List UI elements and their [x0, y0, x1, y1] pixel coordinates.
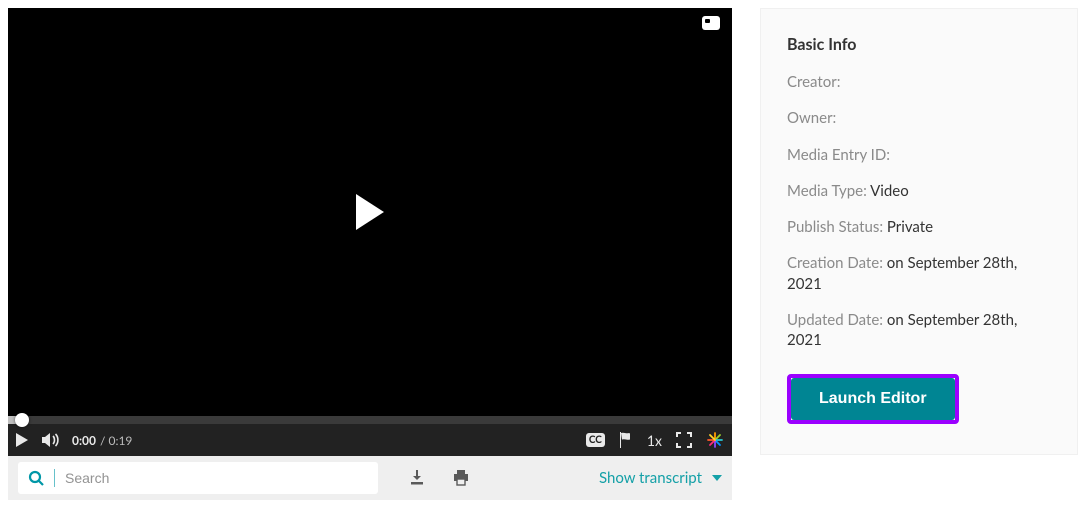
control-bar: 0:00 / 0:19 CC 1x: [8, 424, 732, 456]
field-updated-date: Updated Date: on September 28th, 2021: [787, 310, 1051, 351]
picture-in-picture-icon[interactable]: [702, 16, 720, 30]
flag-icon[interactable]: [619, 432, 633, 448]
chevron-down-icon: [712, 475, 722, 481]
search-divider: [54, 469, 55, 487]
field-media-type: Media Type: Video: [787, 181, 1051, 201]
info-panel: Basic Info Creator: Owner: Media Entry I…: [760, 8, 1078, 455]
video-stage: [8, 8, 732, 416]
field-label: Media Entry ID:: [787, 146, 890, 164]
show-transcript-label: Show transcript: [599, 469, 702, 487]
current-time: 0:00: [72, 433, 96, 448]
field-label: Updated Date:: [787, 311, 883, 329]
duration-separator: /: [100, 433, 105, 448]
video-column: 0:00 / 0:19 CC 1x: [8, 8, 732, 500]
play-overlay-button[interactable]: [356, 194, 384, 230]
volume-icon[interactable]: [42, 432, 60, 448]
field-label: Creator:: [787, 73, 840, 91]
field-publish-status: Publish Status: Private: [787, 217, 1051, 237]
field-label: Publish Status:: [787, 218, 883, 236]
field-label: Media Type:: [787, 182, 867, 200]
launch-editor-highlight: Launch Editor: [787, 374, 959, 424]
scrub-thumb[interactable]: [15, 413, 29, 427]
kaltura-logo-icon[interactable]: [706, 431, 724, 449]
field-owner: Owner:: [787, 108, 1051, 128]
show-transcript-toggle[interactable]: Show transcript: [599, 469, 722, 487]
field-value: Private: [887, 218, 933, 236]
search-input[interactable]: [65, 470, 368, 486]
panel-heading: Basic Info: [787, 35, 1051, 54]
field-label: Creation Date:: [787, 254, 883, 272]
scrub-bar[interactable]: [8, 416, 732, 424]
duration: 0:19: [109, 433, 133, 448]
closed-captions-button[interactable]: CC: [586, 433, 605, 447]
field-media-entry-id: Media Entry ID:: [787, 145, 1051, 165]
field-creator: Creator:: [787, 72, 1051, 92]
play-button[interactable]: [16, 433, 28, 447]
fullscreen-icon[interactable]: [676, 432, 692, 448]
field-creation-date: Creation Date: on September 28th, 2021: [787, 253, 1051, 294]
search-icon[interactable]: [28, 470, 44, 486]
download-icon[interactable]: [408, 469, 426, 487]
playback-speed-button[interactable]: 1x: [647, 432, 662, 449]
field-value: Video: [870, 182, 909, 200]
print-icon[interactable]: [452, 469, 470, 487]
launch-editor-button[interactable]: Launch Editor: [791, 378, 955, 420]
search-wrap: [18, 462, 378, 494]
transcript-toolbar: Show transcript: [8, 456, 732, 500]
field-label: Owner:: [787, 109, 836, 127]
